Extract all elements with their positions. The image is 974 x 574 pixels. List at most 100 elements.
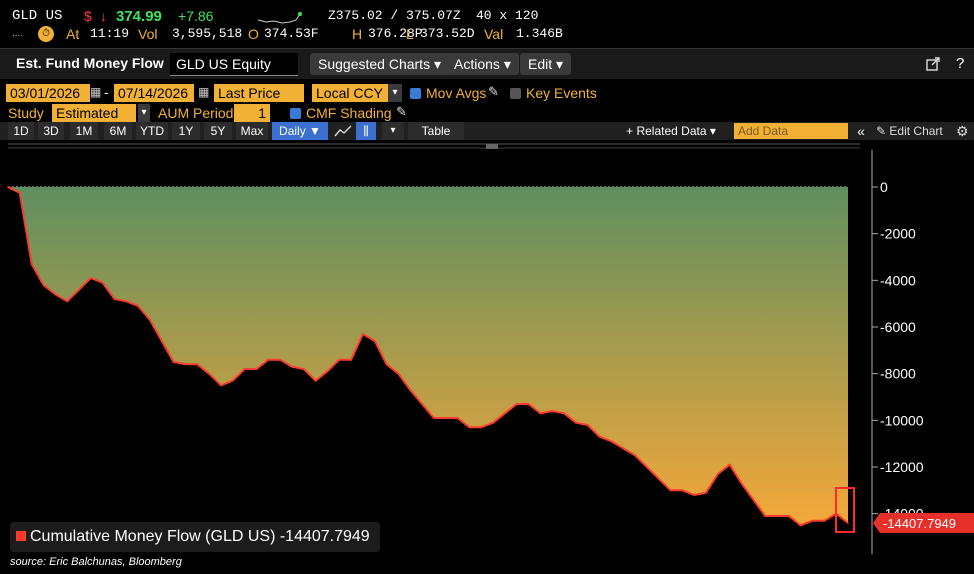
- chevron-down-icon[interactable]: ▾: [388, 84, 402, 102]
- data-point: [575, 421, 577, 424]
- study-select[interactable]: Estimated Fu: [52, 104, 136, 139]
- suggested-charts-button[interactable]: Suggested Charts ▾: [310, 53, 449, 75]
- data-point: [551, 410, 553, 412]
- key-events-checkbox[interactable]: [510, 88, 521, 99]
- data-point: [681, 489, 684, 492]
- currency-select[interactable]: Local CCY: [312, 84, 388, 102]
- val-label: Val: [484, 26, 504, 42]
- edit-chart-label: Edit Chart: [889, 124, 943, 138]
- period-3d[interactable]: 3D: [38, 122, 64, 140]
- data-point: [811, 519, 814, 522]
- function-toolbar: Est. Fund Money Flow GLD US Equity Sugge…: [0, 48, 974, 79]
- line-chart-icon[interactable]: [334, 124, 352, 138]
- frequency-select[interactable]: Daily ▼: [272, 122, 328, 140]
- data-point: [19, 192, 21, 194]
- data-point: [504, 412, 506, 415]
- chart-legend: Cumulative Money Flow (GLD US) -14407.79…: [10, 522, 380, 552]
- data-point: [527, 403, 530, 405]
- data-point: [350, 358, 352, 361]
- data-point: [54, 293, 57, 296]
- scroll-handle[interactable]: [486, 144, 498, 149]
- data-point: [196, 363, 199, 366]
- data-point: [764, 515, 766, 517]
- add-data-input[interactable]: Add Data: [734, 123, 848, 139]
- period-1d[interactable]: 1D: [8, 122, 34, 140]
- actions-button[interactable]: Actions ▾: [446, 53, 519, 75]
- collapse-icon[interactable]: «: [852, 122, 870, 140]
- data-point: [30, 263, 33, 265]
- period-ytd[interactable]: YTD: [136, 122, 168, 140]
- period-1y[interactable]: 1Y: [172, 122, 200, 140]
- bid-ask: Z375.02 / 375.07Z: [328, 8, 461, 23]
- related-data-button[interactable]: + Related Data ▾: [616, 122, 726, 140]
- edit-button[interactable]: Edit ▾: [520, 53, 572, 75]
- table-button[interactable]: Table: [408, 122, 464, 140]
- period-1m[interactable]: 1M: [70, 122, 98, 140]
- last-price: 374.99: [116, 8, 162, 25]
- data-point: [563, 412, 565, 415]
- y-tick-label: -8000: [880, 366, 916, 382]
- security-input[interactable]: GLD US Equity: [170, 53, 298, 76]
- pencil-icon[interactable]: ✎: [396, 104, 407, 120]
- data-point: [586, 424, 589, 426]
- data-point: [161, 340, 163, 342]
- data-point: [267, 358, 270, 361]
- price-change: +7.86: [178, 8, 214, 24]
- period-6m[interactable]: 6M: [104, 122, 132, 140]
- data-point: [374, 340, 376, 342]
- start-date-field[interactable]: 03/01/2026: [6, 84, 90, 102]
- data-point: [314, 379, 317, 382]
- chevron-down-icon: ▾: [556, 56, 564, 72]
- period-max[interactable]: Max: [236, 122, 268, 140]
- volume: 3,595,518: [172, 26, 243, 41]
- chevron-down-icon[interactable]: ▾: [138, 104, 150, 122]
- add-data-placeholder: Add Data: [738, 124, 789, 138]
- high-price: 376.28P: [368, 26, 423, 41]
- cmf-shading-checkbox[interactable]: [290, 108, 301, 119]
- data-point: [291, 365, 293, 368]
- data-point: [149, 319, 151, 321]
- period-bar: 1D 3D 1M 6M YTD 1Y 5Y Max Daily ▼ ⫼ ▾ Ta…: [0, 122, 974, 140]
- quote-header-line1: GLD US $ ↓ 374.99 +7.86 Z375.02 / 375.07…: [0, 8, 974, 26]
- at-label: At: [66, 26, 80, 42]
- data-point: [693, 494, 695, 496]
- export-icon[interactable]: [926, 57, 940, 71]
- period-5y[interactable]: 5Y: [204, 122, 232, 140]
- data-point: [243, 368, 246, 370]
- pencil-icon[interactable]: ✎: [488, 84, 499, 100]
- data-point: [788, 515, 790, 517]
- data-point: [717, 473, 719, 475]
- y-tick-label: -12000: [880, 459, 924, 475]
- data-point: [444, 417, 447, 419]
- calendar-icon[interactable]: ▦: [198, 85, 209, 99]
- end-date-field[interactable]: 07/14/2026: [114, 84, 194, 102]
- function-title: Est. Fund Money Flow: [16, 55, 164, 71]
- vol-label: Vol: [138, 26, 158, 42]
- parameter-row-dates: 03/01/2026 ▦ - 07/14/2026 ▦ Last Price L…: [0, 84, 974, 104]
- help-icon[interactable]: ?: [956, 55, 964, 72]
- low-price: 373.52D: [420, 26, 475, 41]
- data-point: [279, 358, 281, 361]
- data-point: [705, 491, 707, 494]
- data-point: [362, 333, 364, 335]
- edit-chart-button[interactable]: ✎ Edit Chart: [876, 122, 943, 140]
- chevron-down-icon[interactable]: ▾: [382, 122, 404, 140]
- gear-icon[interactable]: ⚙: [956, 122, 969, 140]
- y-tick-label: -2000: [880, 226, 916, 242]
- candle-chart-icon[interactable]: ⫼: [356, 122, 376, 140]
- bid-ask-size: 40 x 120: [476, 8, 539, 23]
- data-point: [409, 389, 412, 391]
- data-point: [610, 440, 613, 443]
- aum-period-input[interactable]: 1: [234, 104, 270, 122]
- chevron-down-icon: ▾: [433, 56, 441, 72]
- cmf-shading-label: CMF Shading: [306, 105, 392, 121]
- data-point: [101, 281, 104, 284]
- open-label: O: [248, 26, 259, 42]
- mov-avgs-checkbox[interactable]: [410, 88, 421, 99]
- data-point: [847, 522, 849, 524]
- parameter-row-study: Study Estimated Fu ▾ AUM Period 1 CMF Sh…: [0, 104, 974, 139]
- data-point: [397, 372, 400, 375]
- calendar-icon[interactable]: ▦: [90, 85, 101, 99]
- price-field-select[interactable]: Last Price: [214, 84, 304, 102]
- data-point: [113, 298, 116, 300]
